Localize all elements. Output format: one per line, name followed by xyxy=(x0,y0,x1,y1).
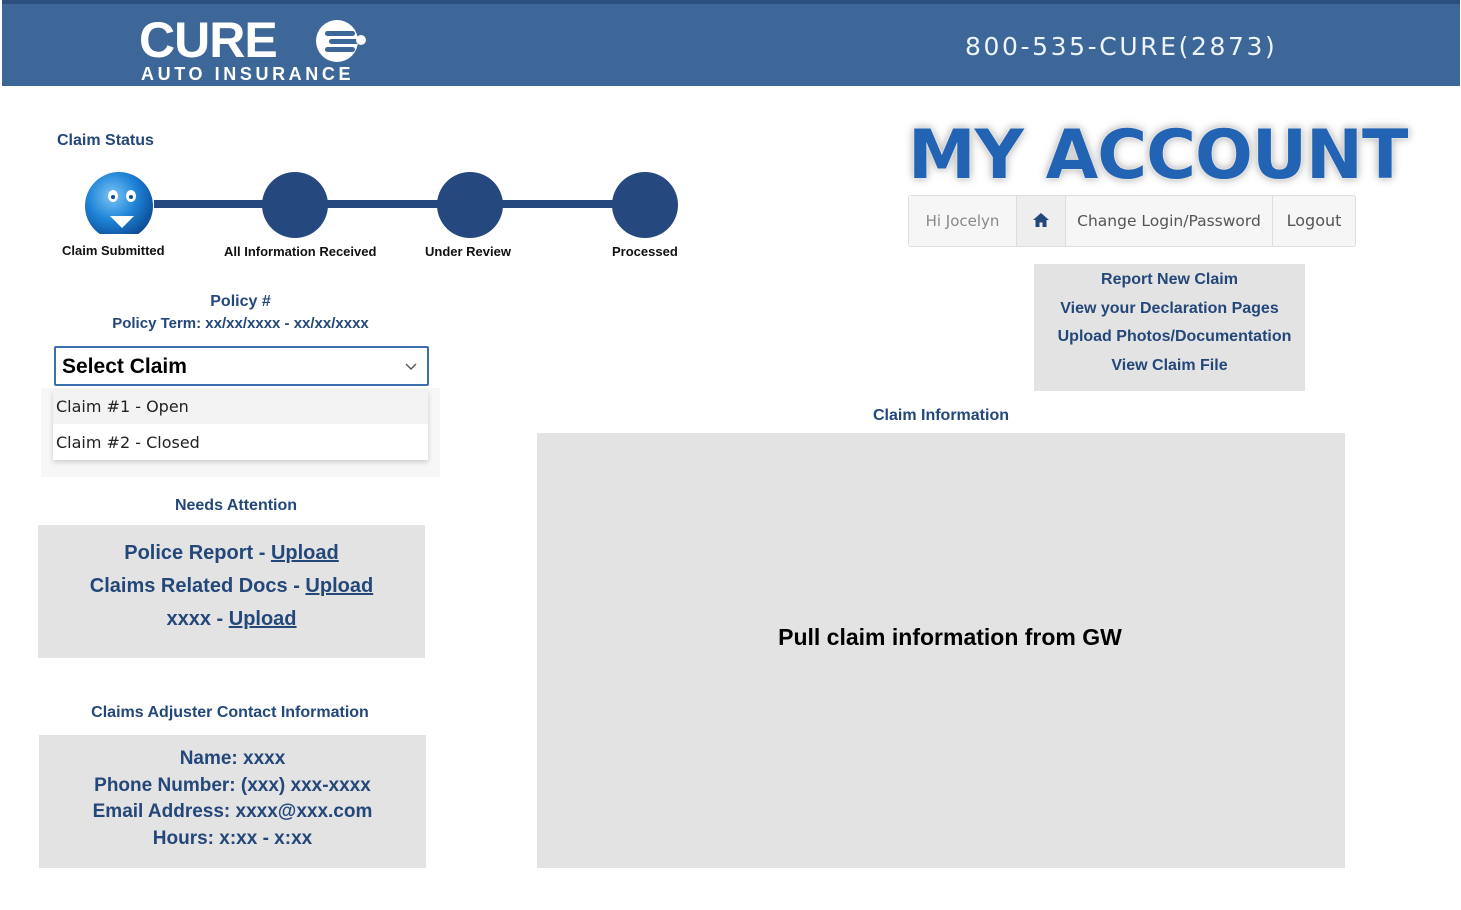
cure-logo[interactable]: CURE AUTO INSURANCE xyxy=(139,12,379,86)
claim-submitted-smiley-icon xyxy=(84,172,154,234)
step-label-claim-submitted: Claim Submitted xyxy=(62,243,165,258)
adjuster-contact-title: Claims Adjuster Contact Information xyxy=(91,704,369,721)
attention-item-claims-docs: Claims Related Docs - Upload xyxy=(38,573,425,599)
attention-item-name: xxxx - xyxy=(166,608,224,630)
needs-attention-title: Needs Attention xyxy=(174,497,298,514)
policy-term: Policy Term: xx/xx/xxxx - xx/xx/xxxx xyxy=(112,315,369,332)
logo-wordmark: CURE xyxy=(139,12,278,68)
needs-attention-panel: Police Report - Upload Claims Related Do… xyxy=(38,525,425,658)
view-claim-file-link[interactable]: View Claim File xyxy=(1034,355,1305,377)
claim-option-1[interactable]: Claim #1 - Open xyxy=(53,390,428,424)
attention-item-police-report: Police Report - Upload xyxy=(38,540,425,566)
change-login-password-link[interactable]: Change Login/Password xyxy=(1066,196,1273,246)
step-label-processed: Processed xyxy=(612,244,678,259)
adjuster-email: Email Address: xxxx@xxx.com xyxy=(92,801,373,822)
home-button[interactable] xyxy=(1016,196,1066,246)
upload-link-police-report[interactable]: Upload xyxy=(271,542,339,564)
upload-photos-documentation-link[interactable]: Upload Photos/Documentation xyxy=(1039,326,1310,348)
step-label-all-information-received: All Information Received xyxy=(224,244,377,259)
step-dot-under-review xyxy=(437,172,503,238)
step-dot-processed xyxy=(612,172,678,238)
adjuster-contact-panel: Name: xxxx Phone Number: (xxx) xxx-xxxx … xyxy=(39,735,426,868)
view-declaration-pages-link[interactable]: View your Declaration Pages xyxy=(1034,298,1305,320)
my-account-heading: MY ACCOUNT xyxy=(908,116,1408,195)
claim-select-value: Select Claim xyxy=(62,355,187,378)
claim-information-panel: Pull claim information from GW xyxy=(537,433,1345,868)
adjuster-name: Name: xxxx xyxy=(179,748,286,769)
quick-links-panel: Report New Claim View your Declaration P… xyxy=(1034,264,1305,391)
step-label-under-review: Under Review xyxy=(425,244,511,259)
site-header: CURE AUTO INSURANCE 800-535-CURE(2873) xyxy=(2,0,1460,86)
adjuster-hours: Hours: x:xx - x:xx xyxy=(152,828,313,849)
status-progress-line xyxy=(120,200,645,208)
upload-link-claims-docs[interactable]: Upload xyxy=(305,575,373,597)
account-navbar: Hi Jocelyn Change Login/Password Logout xyxy=(908,195,1356,247)
chevron-down-icon xyxy=(405,363,417,370)
policy-number-label: Policy # xyxy=(210,293,271,310)
upload-link-other[interactable]: Upload xyxy=(229,608,297,630)
claim-information-title: Claim Information xyxy=(872,407,1009,424)
logout-link[interactable]: Logout xyxy=(1273,196,1355,246)
attention-item-name: Police Report - xyxy=(124,542,266,564)
claim-select[interactable]: Select Claim xyxy=(54,346,429,386)
claim-information-placeholder: Pull claim information from GW xyxy=(778,624,1122,650)
report-new-claim-link[interactable]: Report New Claim xyxy=(1034,269,1305,291)
attention-item-name: Claims Related Docs - xyxy=(89,575,300,597)
adjuster-phone: Phone Number: (xxx) xxx-xxxx xyxy=(94,775,371,796)
home-icon xyxy=(1033,212,1049,227)
logo-emblem-icon xyxy=(316,20,366,62)
phone-number[interactable]: 800-535-CURE(2873) xyxy=(965,32,1277,62)
claim-status-title: Claim Status xyxy=(57,132,154,149)
claim-option-2[interactable]: Claim #2 - Closed xyxy=(53,426,428,460)
attention-item-other: xxxx - Upload xyxy=(38,606,425,632)
claim-select-options: Claim #1 - Open Claim #2 - Closed xyxy=(53,390,428,460)
step-dot-all-information-received xyxy=(262,172,328,238)
logo-tagline: AUTO INSURANCE xyxy=(141,64,355,84)
greeting-text: Hi Jocelyn xyxy=(909,196,1016,246)
